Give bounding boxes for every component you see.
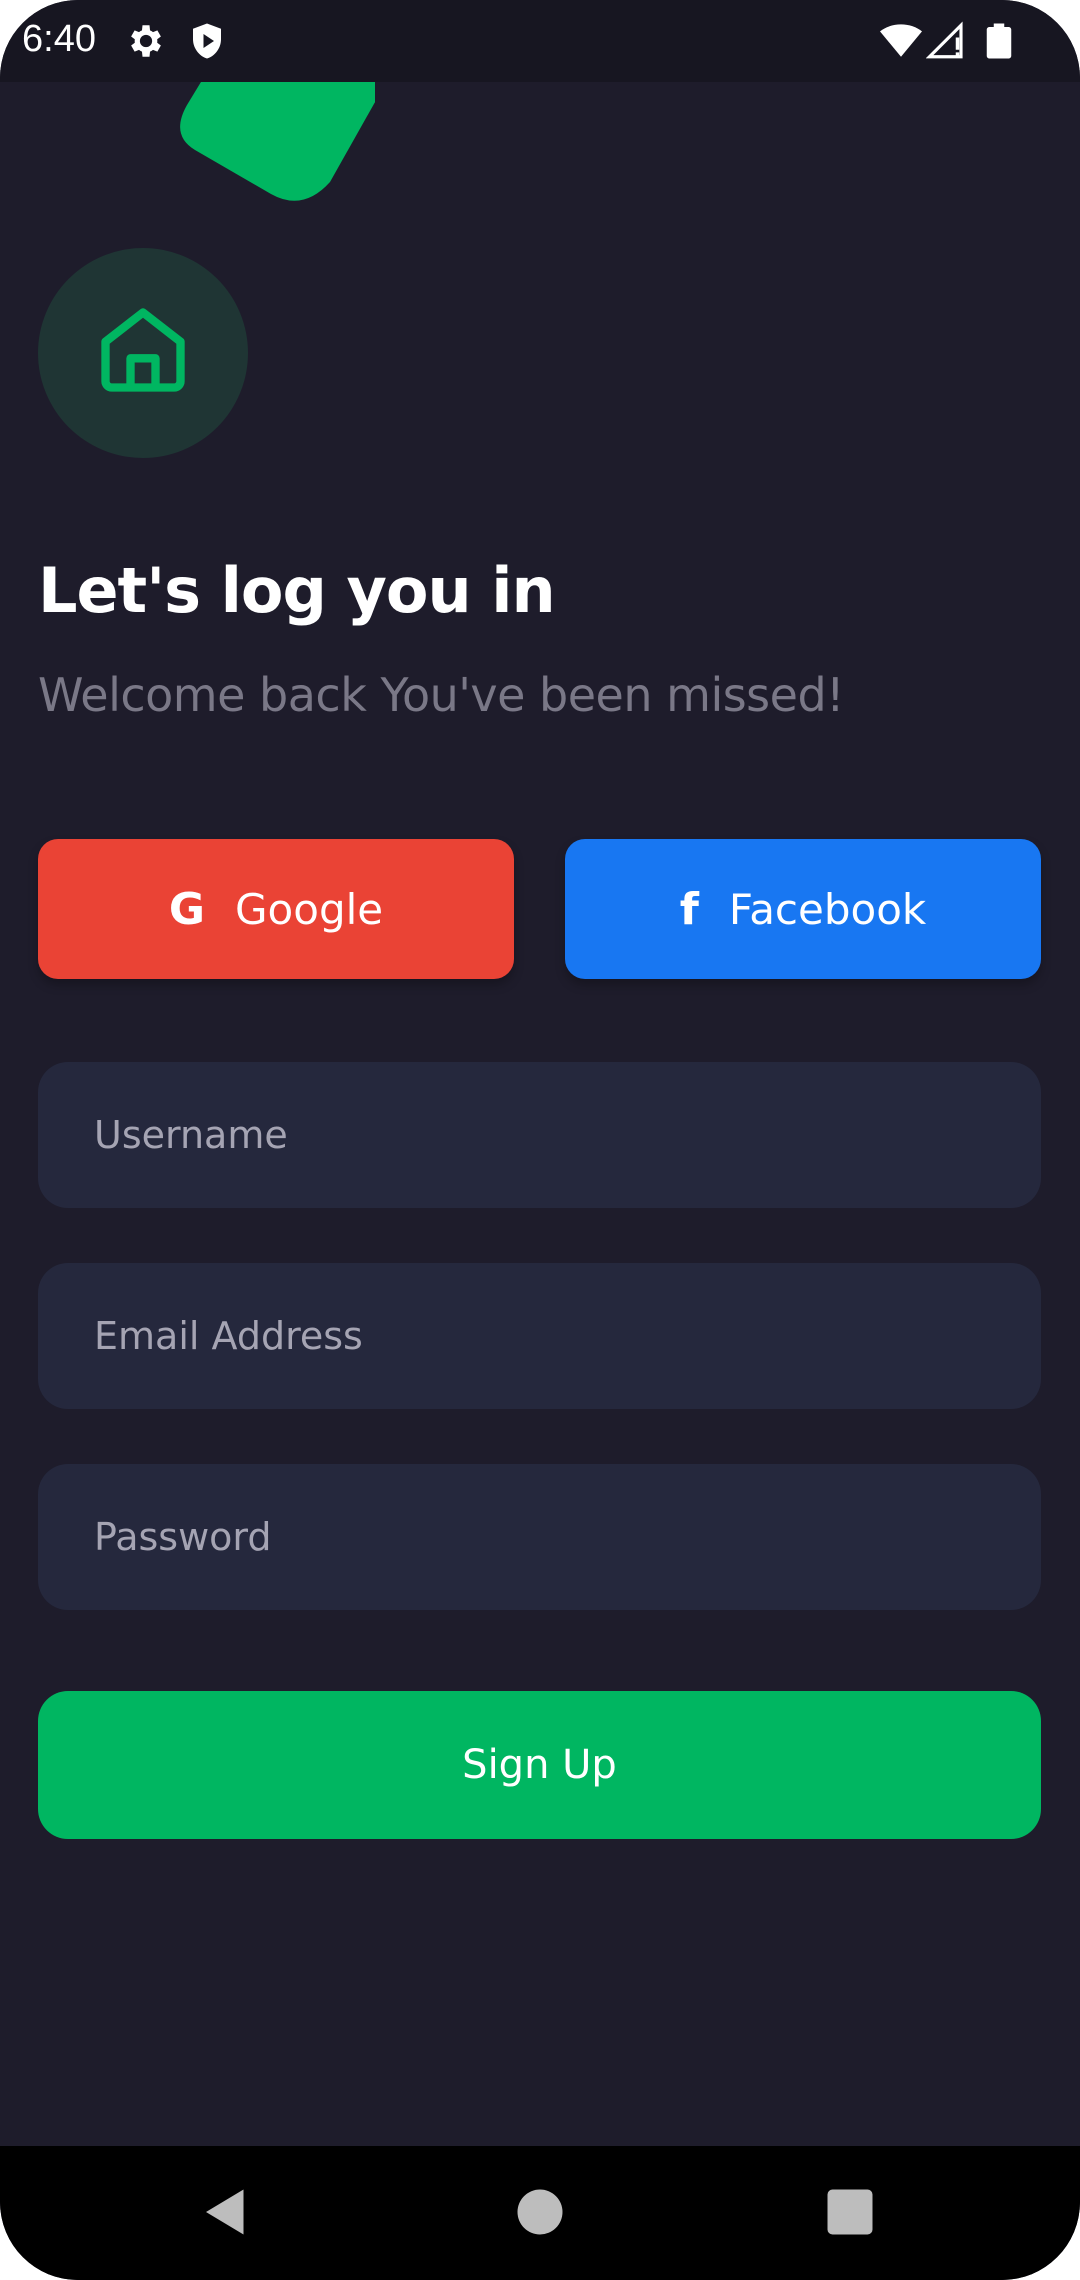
back-icon[interactable] — [196, 2182, 256, 2242]
google-login-label: Google — [235, 884, 384, 934]
phone-screen: 6:40 Let's log you in Welcome back You'v… — [0, 0, 1080, 2280]
facebook-login-button[interactable]: f Facebook — [565, 839, 1041, 979]
gear-icon — [131, 25, 161, 57]
email-input[interactable] — [38, 1263, 1041, 1409]
username-field-container — [38, 1062, 1041, 1208]
username-input[interactable] — [38, 1062, 1041, 1208]
password-input[interactable] — [38, 1464, 1041, 1610]
page-subtitle: Welcome back You've been missed! — [38, 668, 845, 722]
sign-up-label: Sign Up — [462, 1742, 617, 1788]
status-time: 6:40 — [22, 18, 96, 60]
status-bar: 6:40 — [0, 0, 1080, 82]
password-field-container — [38, 1464, 1041, 1610]
app-logo — [38, 248, 248, 458]
home-circle-icon[interactable] — [510, 2182, 570, 2242]
sign-up-button[interactable]: Sign Up — [38, 1691, 1041, 1839]
cellular-signal-icon — [926, 21, 963, 59]
email-field-container — [38, 1263, 1041, 1409]
home-icon — [101, 308, 185, 392]
wifi-icon — [880, 24, 922, 57]
shield-icon — [193, 23, 221, 59]
system-nav-bar — [0, 2146, 1080, 2280]
facebook-login-label: Facebook — [728, 884, 927, 934]
google-icon: G — [168, 883, 205, 935]
recents-square-icon[interactable] — [820, 2182, 880, 2242]
battery-icon — [986, 23, 1012, 59]
google-login-button[interactable]: G Google — [38, 839, 514, 979]
page-title: Let's log you in — [38, 554, 556, 627]
facebook-icon: f — [679, 883, 699, 935]
